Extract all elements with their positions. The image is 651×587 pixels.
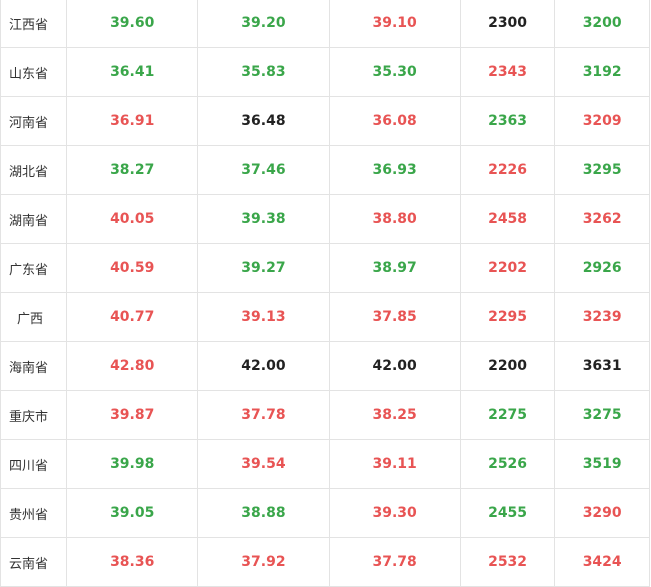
price-cell: 2275 (459, 390, 556, 440)
table-row: 广西 40.77 39.13 37.85 2295 3239 (0, 292, 650, 342)
region-cell: 四川省 (0, 439, 68, 489)
region-cell: 重庆市 (0, 390, 68, 440)
price-cell: 39.38 (197, 194, 330, 244)
price-cell: 2526 (459, 439, 556, 489)
price-cell: 38.36 (66, 537, 199, 587)
price-cell: 3209 (554, 96, 650, 146)
price-cell: 38.88 (197, 488, 330, 538)
price-table: 江西省 39.60 39.20 39.10 2300 3200 山东省 36.41 35.83 3… (0, 0, 650, 587)
price-cell: 42.00 (197, 341, 330, 391)
region-cell: 山东省 (0, 47, 68, 97)
price-cell: 39.54 (197, 439, 330, 489)
price-cell: 3519 (554, 439, 650, 489)
price-cell: 3239 (554, 292, 650, 342)
price-cell: 37.92 (197, 537, 330, 587)
price-cell: 3200 (554, 0, 650, 48)
table-row: 湖北省 38.27 37.46 36.93 2226 3295 (0, 145, 650, 195)
table-row: 湖南省 40.05 39.38 38.80 2458 3262 (0, 194, 650, 244)
price-cell: 37.46 (197, 145, 330, 195)
price-cell: 3295 (554, 145, 650, 195)
price-cell: 42.80 (66, 341, 199, 391)
price-cell: 40.05 (66, 194, 199, 244)
price-cell: 42.00 (328, 341, 461, 391)
price-cell: 37.78 (328, 537, 461, 587)
price-cell: 38.97 (328, 243, 461, 293)
table-row: 河南省 36.91 36.48 36.08 2363 3209 (0, 96, 650, 146)
price-cell: 2200 (459, 341, 556, 391)
table-row: 江西省 39.60 39.20 39.10 2300 3200 (0, 0, 650, 48)
price-cell: 2458 (459, 194, 556, 244)
price-cell: 39.10 (328, 0, 461, 48)
region-cell: 海南省 (0, 341, 68, 391)
region-cell: 广西 (0, 292, 68, 342)
price-cell: 38.80 (328, 194, 461, 244)
region-cell: 云南省 (0, 537, 68, 587)
price-cell: 39.11 (328, 439, 461, 489)
region-cell: 广东省 (0, 243, 68, 293)
price-cell: 2455 (459, 488, 556, 538)
price-cell: 3262 (554, 194, 650, 244)
price-cell: 36.93 (328, 145, 461, 195)
price-cell: 2363 (459, 96, 556, 146)
table-row: 贵州省 39.05 38.88 39.30 2455 3290 (0, 488, 650, 538)
price-cell: 39.13 (197, 292, 330, 342)
price-cell: 3290 (554, 488, 650, 538)
price-cell: 36.08 (328, 96, 461, 146)
price-cell: 39.98 (66, 439, 199, 489)
price-cell: 35.30 (328, 47, 461, 97)
price-cell: 3424 (554, 537, 650, 587)
table-row: 广东省 40.59 39.27 38.97 2202 2926 (0, 243, 650, 293)
price-cell: 39.05 (66, 488, 199, 538)
price-cell: 38.27 (66, 145, 199, 195)
price-cell: 2295 (459, 292, 556, 342)
table-row: 云南省 38.36 37.92 37.78 2532 3424 (0, 537, 650, 587)
price-cell: 2202 (459, 243, 556, 293)
price-cell: 37.85 (328, 292, 461, 342)
price-cell: 40.59 (66, 243, 199, 293)
price-cell: 2532 (459, 537, 556, 587)
price-cell: 3192 (554, 47, 650, 97)
table-row: 四川省 39.98 39.54 39.11 2526 3519 (0, 439, 650, 489)
price-cell: 2926 (554, 243, 650, 293)
table-row: 重庆市 39.87 37.78 38.25 2275 3275 (0, 390, 650, 440)
table-body: 江西省 39.60 39.20 39.10 2300 3200 山东省 36.41 35.83 3… (0, 0, 650, 587)
price-cell: 35.83 (197, 47, 330, 97)
price-cell: 38.25 (328, 390, 461, 440)
price-cell: 2226 (459, 145, 556, 195)
price-cell: 40.77 (66, 292, 199, 342)
price-cell: 2343 (459, 47, 556, 97)
price-cell: 37.78 (197, 390, 330, 440)
region-cell: 湖北省 (0, 145, 68, 195)
region-cell: 贵州省 (0, 488, 68, 538)
price-cell: 36.91 (66, 96, 199, 146)
region-cell: 河南省 (0, 96, 68, 146)
price-cell: 39.20 (197, 0, 330, 48)
region-cell: 湖南省 (0, 194, 68, 244)
price-cell: 39.27 (197, 243, 330, 293)
price-cell: 36.48 (197, 96, 330, 146)
price-cell: 39.87 (66, 390, 199, 440)
table-row: 海南省 42.80 42.00 42.00 2200 3631 (0, 341, 650, 391)
region-cell: 江西省 (0, 0, 68, 48)
price-cell: 39.30 (328, 488, 461, 538)
price-cell: 3631 (554, 341, 650, 391)
price-cell: 39.60 (66, 0, 199, 48)
price-cell: 3275 (554, 390, 650, 440)
price-cell: 2300 (459, 0, 556, 48)
table-row: 山东省 36.41 35.83 35.30 2343 3192 (0, 47, 650, 97)
price-cell: 36.41 (66, 47, 199, 97)
